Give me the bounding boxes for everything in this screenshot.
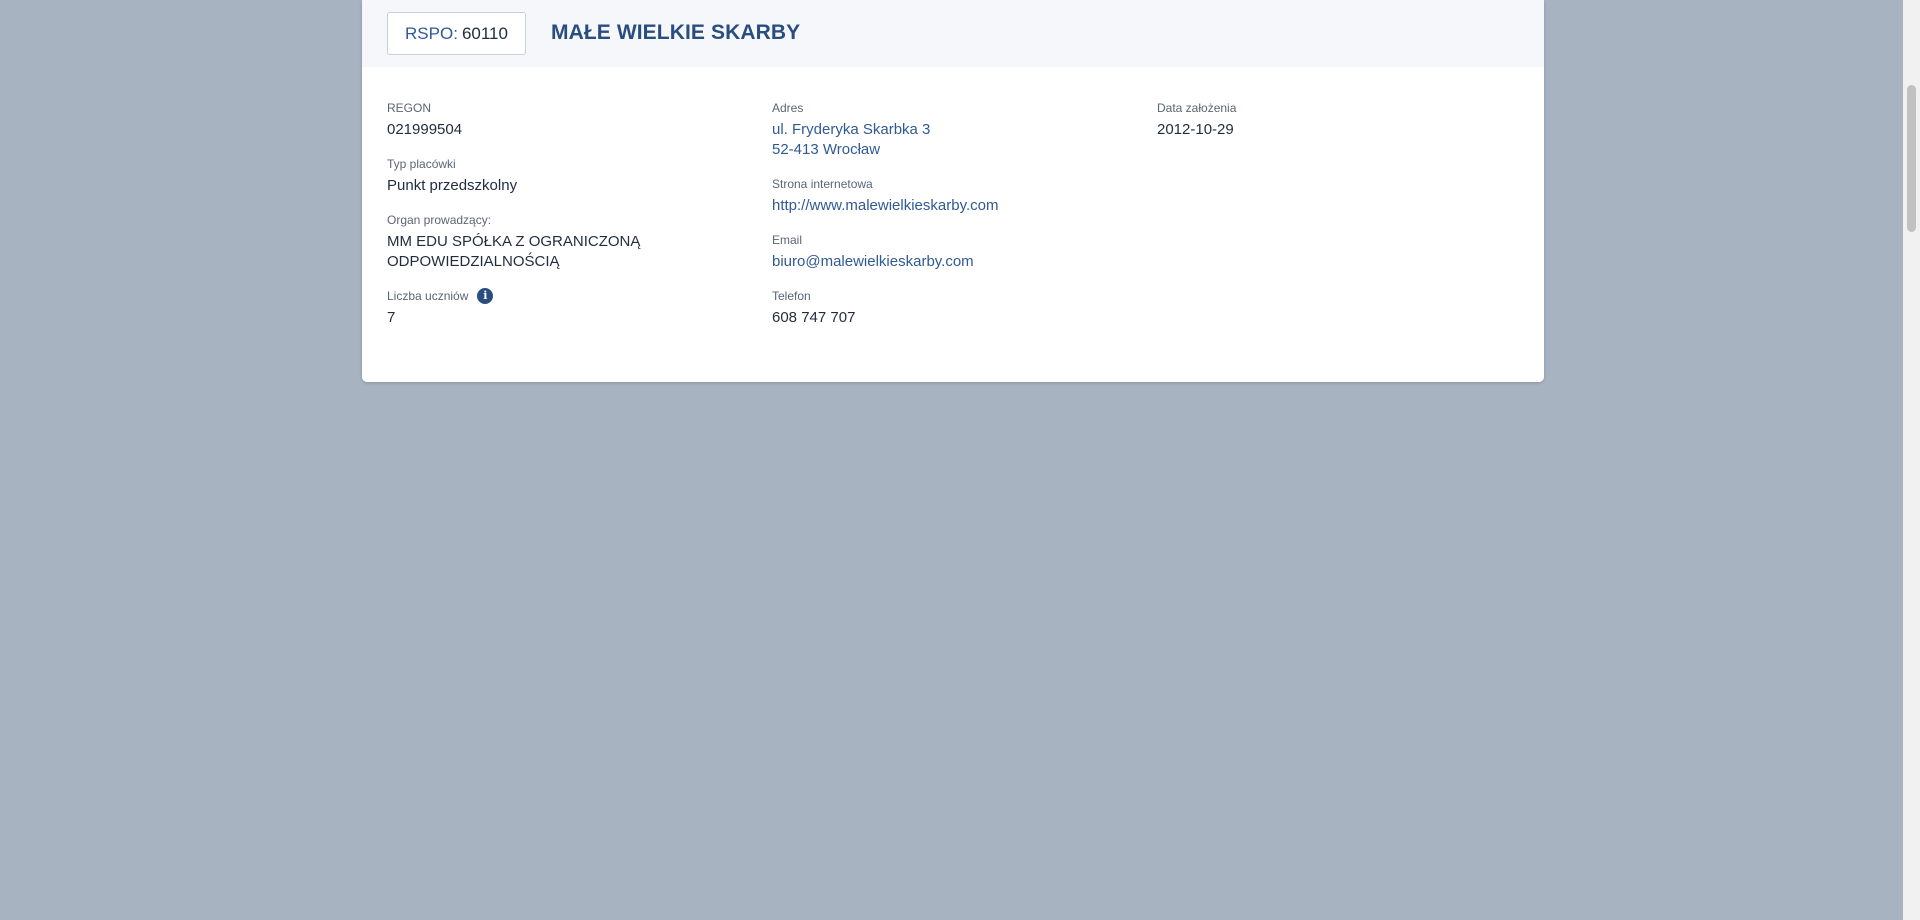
organ-value-line2: ODPOWIEDZIALNOŚCIĄ bbox=[387, 253, 560, 270]
page-scrollbar[interactable] bbox=[1903, 0, 1920, 920]
founded-label: Data założenia bbox=[1157, 101, 1237, 115]
website-label: Strona internetowa bbox=[772, 177, 873, 191]
email-label: Email bbox=[772, 233, 803, 247]
students-label-row: Liczba uczniów i bbox=[387, 288, 640, 304]
address-link[interactable]: ul. Fryderyka Skarbka 3 52-413 Wrocław bbox=[772, 120, 998, 160]
phone-label: Telefon bbox=[772, 289, 811, 303]
rspo-value: 60110 bbox=[461, 23, 508, 43]
school-name: MAŁE WIELKIE SKARBY bbox=[551, 21, 801, 44]
regon-label: REGON bbox=[387, 101, 432, 115]
card-header: RSPO: 60110 MAŁE WIELKIE SKARBY bbox=[362, 0, 1544, 67]
regon-value: 021999504 bbox=[387, 121, 463, 138]
type-value: Punkt przedszkolny bbox=[387, 177, 518, 194]
website-link[interactable]: http://www.malewielkieskarby.com bbox=[772, 197, 998, 214]
phone-field: Telefon 608 747 707 bbox=[772, 288, 998, 328]
organ-value: MM EDU SPÓŁKA Z OGRANICZONĄ ODPOWIEDZIAL… bbox=[387, 232, 640, 272]
email-field: Email biuro@malewielkieskarby.com bbox=[772, 232, 998, 272]
organ-value-line1: MM EDU SPÓŁKA Z OGRANICZONĄ bbox=[387, 233, 641, 250]
regon-field: REGON 021999504 bbox=[387, 100, 640, 140]
rspo-badge: RSPO: 60110 bbox=[387, 12, 526, 55]
type-label: Typ placówki bbox=[387, 157, 456, 171]
address-label: Adres bbox=[772, 101, 804, 115]
founded-value: 2012-10-29 bbox=[1157, 121, 1234, 138]
type-field: Typ placówki Punkt przedszkolny bbox=[387, 156, 640, 196]
details-column-2: Adres ul. Fryderyka Skarbka 3 52-413 Wro… bbox=[772, 100, 998, 344]
students-field: Liczba uczniów i 7 bbox=[387, 288, 640, 328]
organ-field: Organ prowadzący: MM EDU SPÓŁKA Z OGRANI… bbox=[387, 212, 640, 272]
scrollbar-thumb[interactable] bbox=[1907, 85, 1916, 232]
phone-value: 608 747 707 bbox=[772, 309, 856, 326]
website-field: Strona internetowa http://www.malewielki… bbox=[772, 176, 998, 216]
organ-label: Organ prowadzący: bbox=[387, 213, 492, 227]
address-field: Adres ul. Fryderyka Skarbka 3 52-413 Wro… bbox=[772, 100, 998, 160]
rspo-label: RSPO: bbox=[405, 23, 458, 43]
address-line2: 52-413 Wrocław bbox=[772, 141, 881, 158]
address-line1: ul. Fryderyka Skarbka 3 bbox=[772, 121, 931, 138]
school-details-card: RSPO: 60110 MAŁE WIELKIE SKARBY REGON 02… bbox=[362, 0, 1544, 382]
students-value: 7 bbox=[387, 309, 396, 326]
info-icon[interactable]: i bbox=[477, 288, 494, 304]
details-column-1: REGON 021999504 Typ placówki Punkt przed… bbox=[387, 100, 640, 344]
email-link[interactable]: biuro@malewielkieskarby.com bbox=[772, 253, 974, 270]
students-label: Liczba uczniów bbox=[387, 289, 469, 303]
founded-field: Data założenia 2012-10-29 bbox=[1157, 100, 1236, 140]
details-column-3: Data założenia 2012-10-29 bbox=[1157, 100, 1236, 156]
